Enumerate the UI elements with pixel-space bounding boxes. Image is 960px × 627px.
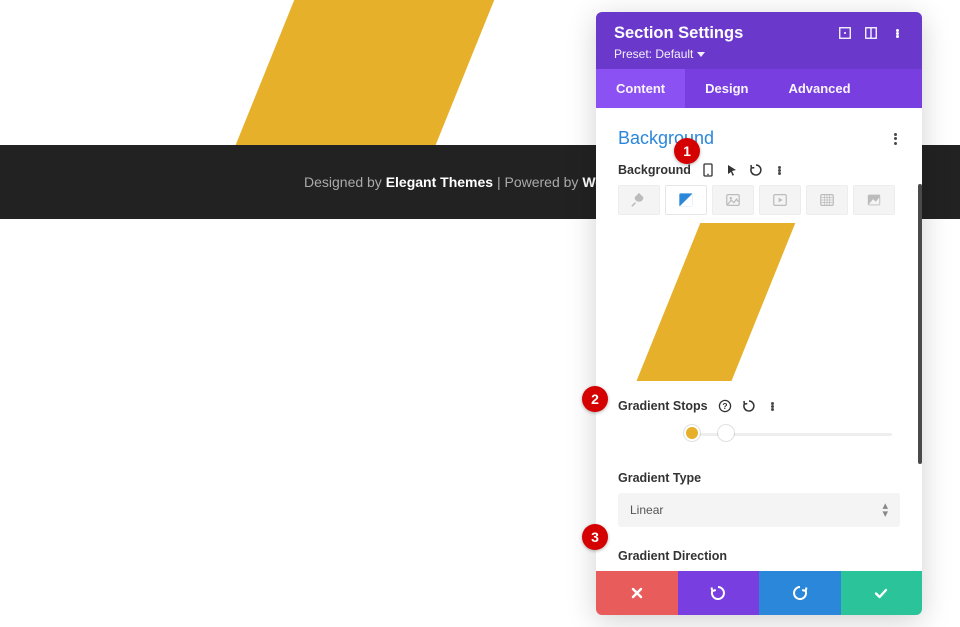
stops-reset-icon[interactable] (742, 399, 756, 413)
kebab-menu-icon[interactable] (890, 26, 904, 40)
cancel-button[interactable] (596, 571, 678, 615)
background-type-tabs (618, 185, 900, 215)
footer-text: Designed by (304, 174, 386, 190)
preset-dropdown[interactable]: Preset: Default (614, 47, 743, 61)
redo-button[interactable] (759, 571, 841, 615)
gradient-type-label: Gradient Type (618, 471, 900, 485)
help-icon[interactable]: ? (718, 399, 732, 413)
callout-2: 2 (582, 386, 608, 412)
background-label: Background (618, 163, 691, 177)
gradient-direction-label: Gradient Direction (618, 549, 900, 563)
gradient-stop-2[interactable] (718, 425, 734, 441)
settings-panel: Section Settings Preset: Default Content… (596, 12, 922, 615)
gradient-stops-track[interactable] (626, 423, 892, 445)
footer-brand[interactable]: Elegant Themes (386, 174, 493, 190)
panel-tabs: Content Design Advanced (596, 69, 922, 108)
reset-icon[interactable] (749, 163, 763, 177)
tab-content[interactable]: Content (596, 69, 685, 108)
bg-pattern-tab[interactable] (806, 185, 848, 215)
device-tablet-icon[interactable] (701, 163, 715, 177)
gradient-type-select[interactable]: Linear ▴▾ (618, 493, 900, 527)
footer-mid: | Powered by (493, 174, 582, 190)
layout-icon[interactable] (864, 26, 878, 40)
tab-advanced[interactable]: Advanced (768, 69, 870, 108)
preview-stripe (624, 223, 808, 381)
stops-line (684, 433, 892, 436)
svg-text:?: ? (722, 401, 727, 411)
panel-body: Background Background Gradien (596, 108, 922, 571)
undo-button[interactable] (678, 571, 760, 615)
gradient-preview[interactable] (614, 223, 904, 381)
caret-down-icon (697, 52, 705, 57)
bg-image-tab[interactable] (712, 185, 754, 215)
tab-design[interactable]: Design (685, 69, 768, 108)
bg-video-tab[interactable] (759, 185, 801, 215)
stops-kebab-icon[interactable] (766, 399, 780, 413)
hero-stripe (197, 0, 542, 145)
panel-footer (596, 571, 922, 615)
section-title-background[interactable]: Background (618, 128, 714, 149)
bg-color-tab[interactable] (618, 185, 660, 215)
field-kebab-icon[interactable] (773, 163, 787, 177)
panel-title: Section Settings (614, 24, 743, 43)
bg-gradient-tab[interactable] (665, 185, 707, 215)
expand-icon[interactable] (838, 26, 852, 40)
confirm-button[interactable] (841, 571, 923, 615)
panel-header: Section Settings Preset: Default (596, 12, 922, 69)
gradient-type-value: Linear (630, 503, 663, 517)
hover-cursor-icon[interactable] (725, 163, 739, 177)
section-kebab-icon[interactable] (894, 133, 900, 145)
bg-mask-tab[interactable] (853, 185, 895, 215)
scrollbar[interactable] (918, 184, 922, 464)
updown-icon: ▴▾ (882, 502, 888, 518)
gradient-stop-1[interactable] (684, 425, 700, 441)
callout-3: 3 (582, 524, 608, 550)
callout-1: 1 (674, 138, 700, 164)
gradient-stops-label: Gradient Stops (618, 399, 708, 413)
